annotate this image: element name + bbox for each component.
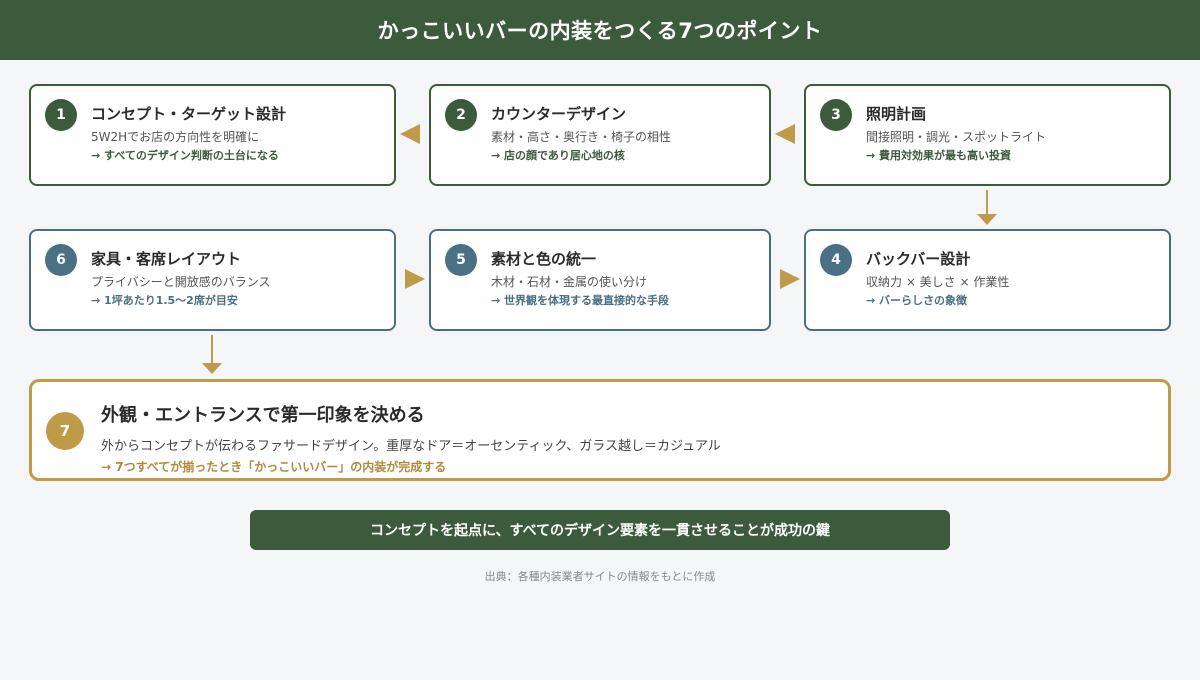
step-card-7: 7 外観・エントランスで第一印象を決める 外からコンセプトが伝わるファサードデザ…: [29, 379, 1171, 481]
summary-text: コンセプトを起点に、すべてのデザイン要素を一貫させることが成功の鍵: [369, 523, 831, 539]
step-number-badge: 5: [445, 244, 477, 276]
step-card-1: 1 コンセプト・ターゲット設計 5W2Hでお店の方向性を明確に → すべてのデザ…: [29, 84, 396, 186]
source-note: 出典：各種内装業者サイトの情報をもとに作成: [484, 570, 716, 583]
step-card-3: 3 照明計画 間接照明・調光・スポットライト → 費用対効果が最も高い投資: [804, 84, 1171, 186]
step-description: 収納力 × 美しさ × 作業性: [866, 275, 1010, 289]
step-title: カウンターデザイン: [491, 105, 627, 123]
step-number-badge: 7: [46, 412, 84, 450]
arrow-right-icon: [405, 269, 425, 289]
step-note: → 費用対効果が最も高い投資: [866, 149, 1012, 162]
step-note: → 店の顔であり居心地の核: [491, 149, 625, 162]
step-description: 5W2Hでお店の方向性を明確に: [91, 130, 260, 144]
step-card-6: 6 家具・客席レイアウト プライバシーと開放感のバランス → 1坪あたり1.5〜…: [29, 229, 396, 331]
step-description: 間接照明・調光・スポットライト: [866, 130, 1047, 144]
step-description: 外からコンセプトが伝わるファサードデザイン。重厚なドア＝オーセンティック、ガラス…: [101, 439, 721, 454]
step-note: → バーらしさの象徴: [866, 294, 968, 307]
step-card-2: 2 カウンターデザイン 素材・高さ・奥行き・椅子の相性 → 店の顔であり居心地の…: [429, 84, 771, 186]
summary-banner: コンセプトを起点に、すべてのデザイン要素を一貫させることが成功の鍵: [250, 510, 950, 550]
step-card-4: 4 バックバー設計 収納力 × 美しさ × 作業性 → バーらしさの象徴: [804, 229, 1171, 331]
arrow-down-icon: [202, 335, 222, 374]
step-description: プライバシーと開放感のバランス: [91, 275, 271, 289]
step-note: → 世界観を体現する最直接的な手段: [491, 294, 670, 307]
step-number-badge: 3: [820, 99, 852, 131]
step-number-badge: 4: [820, 244, 852, 276]
step-description: 素材・高さ・奥行き・椅子の相性: [491, 130, 672, 144]
arrow-left-icon: [775, 124, 795, 144]
step-number-badge: 2: [445, 99, 477, 131]
step-description: 木材・石材・金属の使い分け: [491, 275, 648, 289]
header-bar: かっこいいバーの内装をつくる7つのポイント: [0, 0, 1200, 60]
arrow-left-icon: [400, 124, 420, 144]
page-title: かっこいいバーの内装をつくる7つのポイント: [377, 19, 823, 43]
step-title: 家具・客席レイアウト: [91, 250, 242, 268]
step-title: 素材と色の統一: [491, 250, 597, 268]
step-title: バックバー設計: [866, 250, 971, 268]
step-note: → すべてのデザイン判断の土台になる: [91, 149, 279, 162]
step-title: 外観・エントランスで第一印象を決める: [101, 405, 425, 426]
step-title: コンセプト・ターゲット設計: [91, 105, 287, 123]
step-card-5: 5 素材と色の統一 木材・石材・金属の使い分け → 世界観を体現する最直接的な手…: [429, 229, 771, 331]
step-number-badge: 1: [45, 99, 77, 131]
arrow-right-icon: [780, 269, 800, 289]
arrow-down-icon: [977, 190, 997, 225]
step-title: 照明計画: [866, 105, 927, 123]
step-note: → 7つすべてが揃ったとき「かっこいいバー」の内装が完成する: [101, 460, 447, 474]
step-number-badge: 6: [45, 244, 77, 276]
step-note: → 1坪あたり1.5〜2席が目安: [91, 294, 238, 307]
